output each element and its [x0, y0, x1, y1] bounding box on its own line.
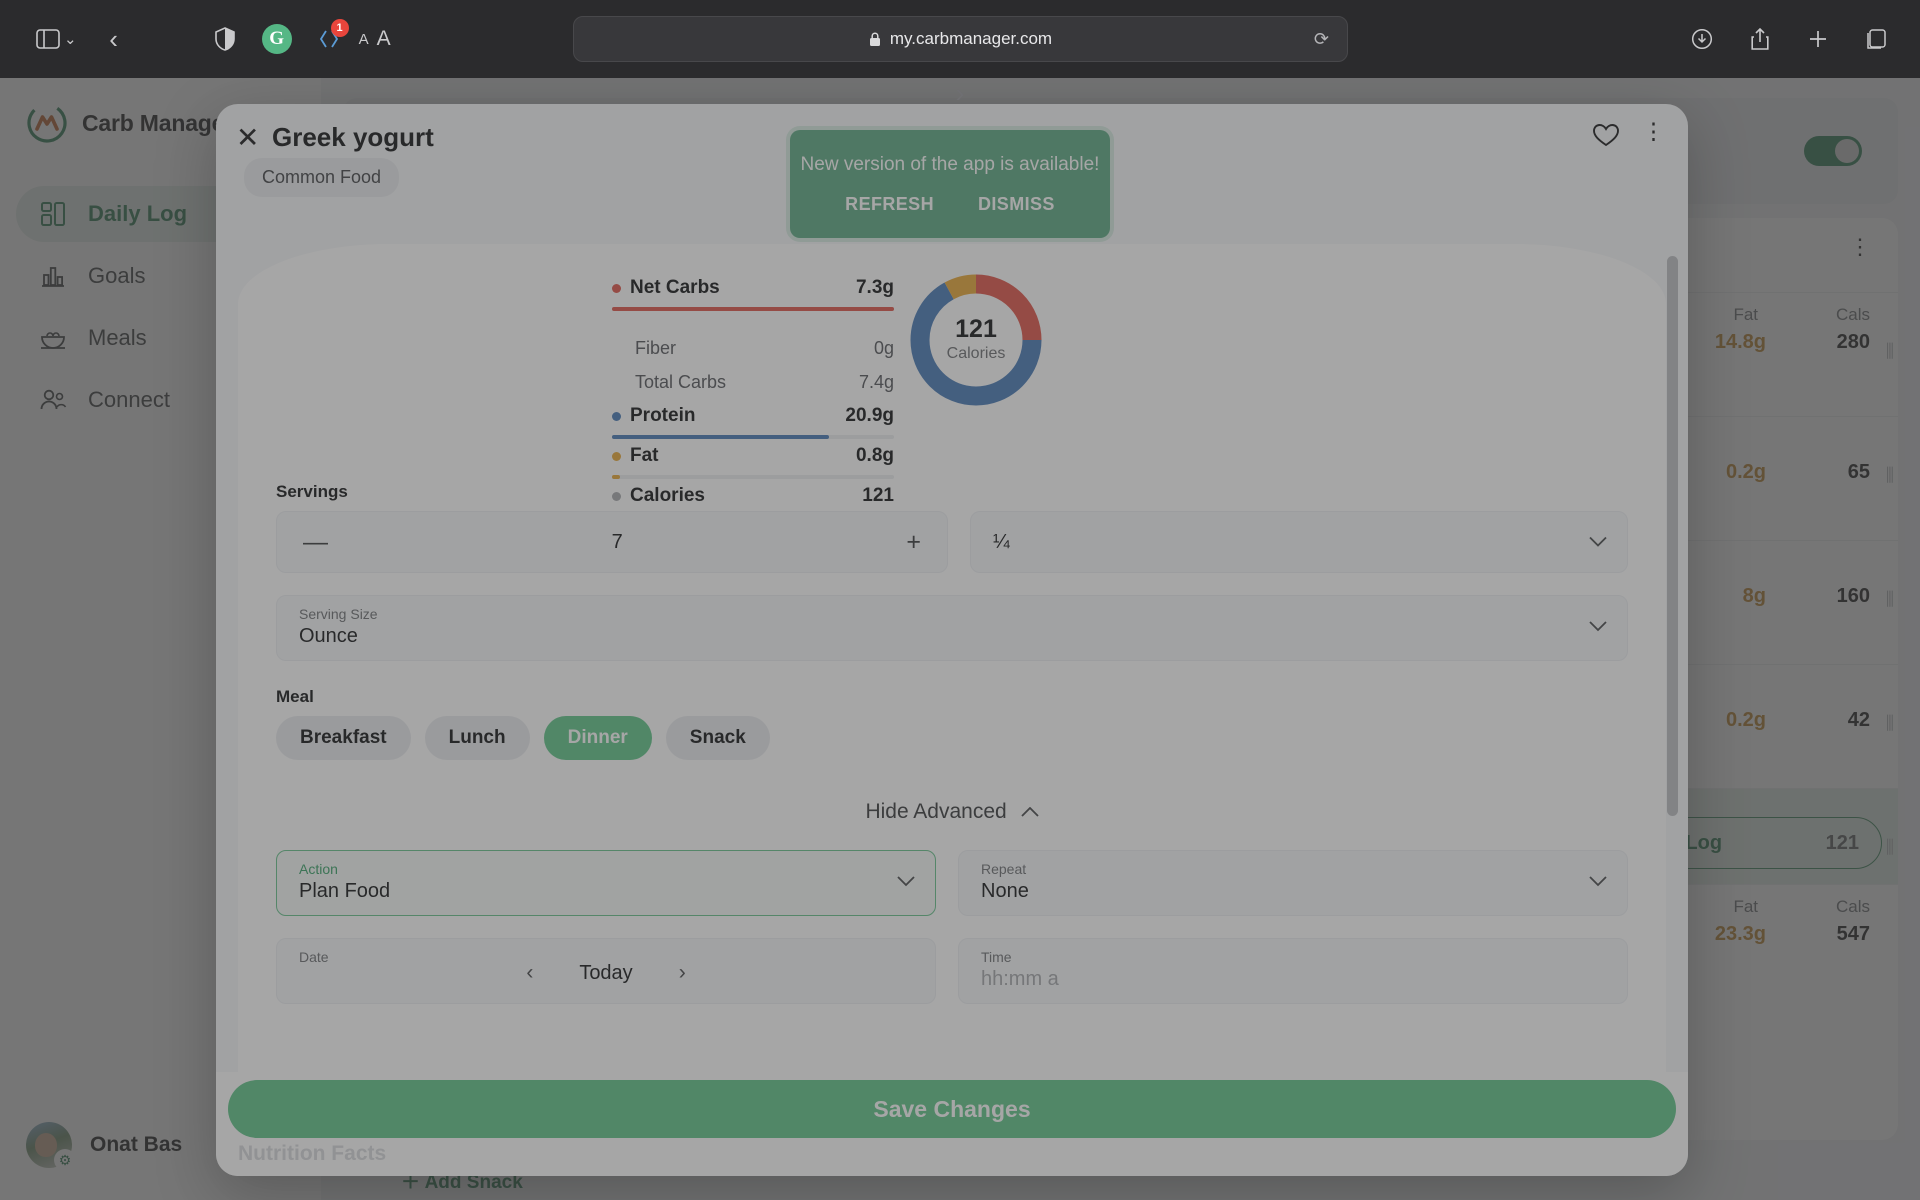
browser-toolbar: ⌄ ‹ › G 1 A A my.carbmanager.com ⟳: [0, 0, 1920, 1200]
text-size-small-icon[interactable]: A: [359, 31, 369, 48]
tabs-icon[interactable]: [1854, 17, 1898, 61]
extension-badge-count: 1: [330, 19, 349, 37]
url-text: my.carbmanager.com: [889, 29, 1053, 48]
share-icon[interactable]: [1738, 17, 1782, 61]
shield-icon[interactable]: [203, 17, 247, 61]
reload-icon[interactable]: ⟳: [1314, 29, 1329, 50]
text-size-large-icon[interactable]: A: [377, 27, 391, 51]
back-arrow-icon[interactable]: ‹: [91, 24, 137, 55]
grammarly-icon[interactable]: G: [255, 17, 299, 61]
code-brackets-icon[interactable]: 1: [307, 17, 351, 61]
address-bar[interactable]: my.carbmanager.com ⟳: [573, 16, 1348, 62]
plus-icon[interactable]: [1796, 17, 1840, 61]
forward-arrow-icon[interactable]: ›: [0, 78, 1920, 1200]
download-icon[interactable]: [1680, 17, 1724, 61]
sidebar-toggle-icon[interactable]: [26, 17, 70, 61]
grammarly-badge: G: [261, 24, 292, 54]
lock-icon: [869, 32, 881, 47]
